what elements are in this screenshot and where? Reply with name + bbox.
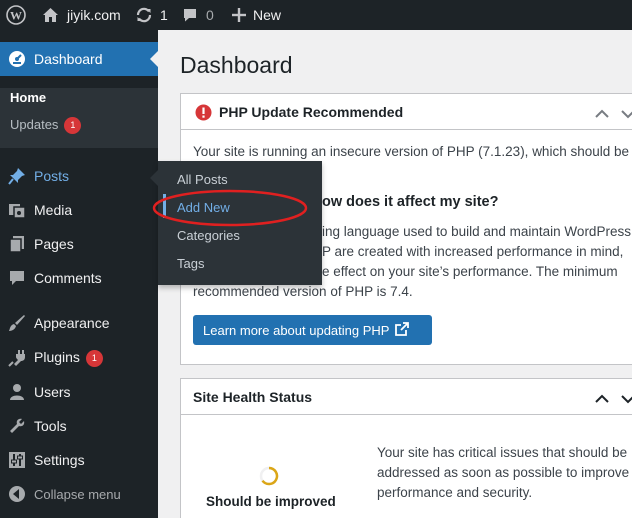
sidebar-item-appearance[interactable]: Appearance [0, 306, 158, 340]
submenu-item-home[interactable]: Home [10, 90, 46, 105]
health-status-label: Should be improved [206, 494, 336, 509]
svg-text:W: W [10, 9, 22, 23]
sidebar-item-plugins[interactable]: Plugins 1 [0, 341, 158, 375]
sidebar-item-label: Comments [34, 270, 102, 286]
widget-title: PHP Update Recommended [219, 104, 404, 120]
php-info-line: P are created with increased performance… [322, 244, 624, 259]
site-health-widget: Site Health Status Should be improved Yo… [180, 378, 632, 518]
sidebar-item-dashboard[interactable]: Dashboard [0, 42, 158, 76]
settings-sliders-icon [8, 451, 26, 469]
sidebar-item-comments[interactable]: Comments [0, 261, 158, 295]
move-up-chevron-icon[interactable] [595, 391, 609, 409]
comments-link[interactable]: 0 [182, 0, 214, 30]
comment-bubble-icon [182, 7, 198, 23]
comments-count: 0 [206, 7, 214, 23]
collapse-menu-label: Collapse menu [34, 486, 121, 502]
wordpress-logo-icon[interactable]: W [6, 0, 26, 30]
pushpin-icon [8, 167, 26, 185]
learn-php-button[interactable]: Learn more about updating PHP [193, 315, 432, 345]
sidebar-item-posts[interactable]: Posts [0, 159, 158, 193]
sidebar-item-label: Tools [34, 418, 67, 434]
sidebar-item-label: Users [34, 384, 71, 400]
move-down-chevron-icon[interactable] [621, 106, 632, 124]
wrench-icon [8, 417, 26, 435]
sidebar-item-users[interactable]: Users [0, 375, 158, 409]
php-section-heading: ow does it affect my site? [322, 194, 499, 210]
site-name-link[interactable]: jiyik.com [42, 0, 121, 30]
sidebar-item-pages[interactable]: Pages [0, 227, 158, 261]
updates-icon [135, 6, 153, 24]
health-status-circle-icon [259, 466, 279, 491]
sidebar-item-label: Media [34, 202, 73, 218]
dashboard-gauge-icon [8, 50, 26, 68]
annotation-ellipse [152, 189, 308, 227]
plug-icon [8, 349, 26, 367]
php-info-line: ing language used to build and maintain … [322, 224, 631, 239]
sidebar-item-media[interactable]: Media [0, 193, 158, 227]
new-content-link[interactable]: New [232, 0, 281, 30]
sidebar-item-label-wrap: Plugins 1 [34, 349, 103, 367]
warning-icon [195, 104, 212, 126]
user-icon [8, 383, 26, 401]
health-text-line: performance and security. [377, 485, 533, 500]
collapse-menu-button[interactable]: Collapse menu [0, 477, 158, 511]
sidebar-item-label: Settings [34, 452, 85, 468]
sidebar-item-label: Plugins [34, 349, 80, 365]
collapse-arrow-icon [8, 485, 26, 503]
health-text-line: Your site has critical issues that shoul… [377, 445, 628, 460]
sidebar-item-label: Pages [34, 236, 74, 252]
sidebar-item-label: Posts [34, 168, 70, 184]
widget-header: PHP Update Recommended [181, 94, 632, 130]
external-link-icon [395, 321, 410, 339]
dashboard-submenu: Home Updates 1 [0, 88, 158, 148]
paintbrush-icon [8, 314, 26, 332]
move-down-chevron-icon[interactable] [621, 391, 632, 409]
php-insecure-text: Your site is running an insecure version… [193, 144, 630, 159]
home-icon [42, 7, 59, 23]
plugins-badge: 1 [85, 350, 103, 367]
site-name: jiyik.com [67, 7, 121, 23]
flyout-item-tags[interactable]: Tags [177, 256, 204, 271]
php-info-line: e effect on your site’s performance. The… [322, 264, 618, 279]
flyout-item-all-posts[interactable]: All Posts [177, 172, 228, 187]
media-icon [8, 201, 26, 219]
flyout-item-categories[interactable]: Categories [177, 228, 240, 243]
page-title: Dashboard [180, 52, 293, 78]
comments-icon [8, 269, 26, 287]
button-label: Learn more about updating PHP [203, 322, 390, 338]
admin-sidebar: Dashboard Home Updates 1 Posts Media Page… [0, 30, 158, 518]
health-text-line: addressed as soon as possible to improve [377, 465, 630, 480]
new-label: New [253, 7, 282, 23]
sidebar-item-tools[interactable]: Tools [0, 409, 158, 443]
widget-header: Site Health Status [181, 379, 632, 415]
submenu-item-updates[interactable]: Updates 1 [10, 117, 82, 134]
submenu-item-label: Updates [10, 117, 59, 132]
admin-bar: W jiyik.com 1 0 New [0, 0, 632, 30]
move-up-chevron-icon[interactable] [595, 106, 609, 124]
current-menu-arrow [150, 51, 158, 67]
plus-icon [232, 8, 246, 22]
sidebar-item-label: Dashboard [34, 51, 103, 67]
updates-count: 1 [160, 7, 168, 23]
php-info-line: recommended version of PHP is 7.4. [193, 284, 413, 299]
sidebar-item-settings[interactable]: Settings [0, 443, 158, 477]
updates-link[interactable]: 1 [135, 0, 168, 30]
updates-badge: 1 [64, 117, 82, 134]
pages-icon [8, 235, 26, 253]
widget-title: Site Health Status [193, 389, 313, 405]
sidebar-item-label: Appearance [34, 315, 110, 331]
